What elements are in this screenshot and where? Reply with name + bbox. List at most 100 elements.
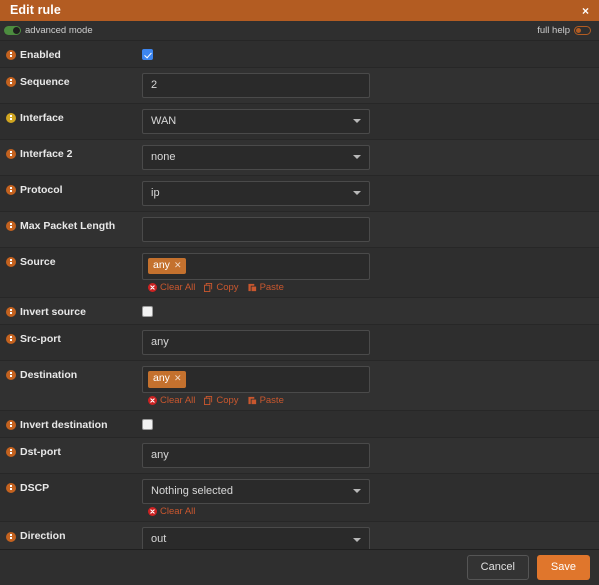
label-cell-max-packet-length: Max Packet Length xyxy=(6,217,142,233)
copy-icon xyxy=(204,396,213,405)
advanced-mode-group[interactable]: advanced mode xyxy=(4,26,93,36)
label-sequence: Sequence xyxy=(20,76,70,89)
info-icon[interactable] xyxy=(6,420,16,430)
row-invert-destination: Invert destination xyxy=(0,411,599,438)
interface2-select[interactable]: none xyxy=(142,145,370,170)
full-help-toggle[interactable] xyxy=(574,26,591,35)
destination-copy-button[interactable]: Copy xyxy=(204,396,238,406)
label-interface2: Interface 2 xyxy=(20,148,73,161)
remove-tag-icon[interactable]: ✕ xyxy=(174,261,182,270)
label-invert-destination: Invert destination xyxy=(20,419,108,432)
row-source: Source any ✕ Clear All xyxy=(0,248,599,299)
row-interface2: Interface 2 none xyxy=(0,140,599,176)
save-button[interactable]: Save xyxy=(537,555,590,580)
control-cell-sequence xyxy=(142,73,591,98)
dialog-title: Edit rule xyxy=(10,4,61,17)
cancel-button[interactable]: Cancel xyxy=(467,555,529,580)
source-tag-input[interactable]: any ✕ xyxy=(142,253,370,280)
enabled-checkbox[interactable] xyxy=(142,49,153,60)
source-clear-all-label: Clear All xyxy=(160,283,195,293)
control-cell-enabled xyxy=(142,46,591,60)
row-sequence: Sequence xyxy=(0,68,599,104)
label-cell-interface2: Interface 2 xyxy=(6,145,142,161)
dscp-select[interactable]: Nothing selected xyxy=(142,479,370,504)
info-icon[interactable] xyxy=(6,221,16,231)
destination-tag[interactable]: any ✕ xyxy=(148,371,186,388)
rule-form: Enabled Sequence Interface xyxy=(0,41,599,549)
sequence-input[interactable] xyxy=(142,73,370,98)
source-paste-button[interactable]: Paste xyxy=(248,283,284,293)
row-invert-source: Invert source xyxy=(0,298,599,325)
chevron-down-icon xyxy=(353,191,361,195)
destination-paste-button[interactable]: Paste xyxy=(248,396,284,406)
label-dscp: DSCP xyxy=(20,482,49,495)
row-src-port: Src-port xyxy=(0,325,599,361)
chevron-down-icon xyxy=(353,119,361,123)
source-copy-button[interactable]: Copy xyxy=(204,283,238,293)
label-cell-dst-port: Dst-port xyxy=(6,443,142,459)
src-port-input[interactable] xyxy=(142,330,370,355)
info-icon[interactable] xyxy=(6,149,16,159)
clear-all-icon xyxy=(148,507,157,516)
invert-destination-checkbox[interactable] xyxy=(142,419,153,430)
clear-all-icon xyxy=(148,396,157,405)
info-icon[interactable] xyxy=(6,185,16,195)
dst-port-input[interactable] xyxy=(142,443,370,468)
label-cell-interface: Interface xyxy=(6,109,142,125)
label-cell-direction: Direction xyxy=(6,527,142,543)
info-icon[interactable] xyxy=(6,77,16,87)
source-actions: Clear All Copy Paste xyxy=(142,283,591,293)
mode-bar: advanced mode full help xyxy=(0,21,599,41)
control-cell-destination: any ✕ Clear All xyxy=(142,366,591,406)
row-max-packet-length: Max Packet Length xyxy=(0,212,599,248)
info-icon[interactable] xyxy=(6,447,16,457)
interface-select[interactable]: WAN xyxy=(142,109,370,134)
info-icon[interactable] xyxy=(6,50,16,60)
info-icon[interactable] xyxy=(6,532,16,542)
info-icon[interactable] xyxy=(6,307,16,317)
info-icon[interactable] xyxy=(6,483,16,493)
source-clear-all-button[interactable]: Clear All xyxy=(148,283,195,293)
row-protocol: Protocol ip xyxy=(0,176,599,212)
paste-icon xyxy=(248,396,257,405)
label-cell-destination: Destination xyxy=(6,366,142,382)
info-icon[interactable] xyxy=(6,257,16,267)
label-enabled: Enabled xyxy=(20,49,61,62)
label-cell-sequence: Sequence xyxy=(6,73,142,89)
max-packet-length-input[interactable] xyxy=(142,217,370,242)
label-protocol: Protocol xyxy=(20,184,63,197)
label-max-packet-length: Max Packet Length xyxy=(20,220,115,233)
destination-copy-label: Copy xyxy=(216,396,238,406)
control-cell-dst-port xyxy=(142,443,591,468)
remove-tag-icon[interactable]: ✕ xyxy=(174,374,182,383)
advanced-mode-toggle[interactable] xyxy=(4,26,21,35)
destination-tag-input[interactable]: any ✕ xyxy=(142,366,370,393)
protocol-select[interactable]: ip xyxy=(142,181,370,206)
source-tag[interactable]: any ✕ xyxy=(148,258,186,275)
destination-clear-all-label: Clear All xyxy=(160,396,195,406)
advanced-mode-label: advanced mode xyxy=(25,26,93,36)
full-help-group[interactable]: full help xyxy=(537,26,591,36)
info-icon[interactable] xyxy=(6,334,16,344)
direction-select[interactable]: out xyxy=(142,527,370,549)
control-cell-direction: out xyxy=(142,527,591,549)
control-cell-src-port xyxy=(142,330,591,355)
destination-tag-label: any xyxy=(153,372,170,386)
dscp-clear-all-button[interactable]: Clear All xyxy=(148,507,195,517)
chevron-down-icon xyxy=(353,489,361,493)
control-cell-invert-destination xyxy=(142,416,591,430)
label-cell-src-port: Src-port xyxy=(6,330,142,346)
invert-source-checkbox[interactable] xyxy=(142,306,153,317)
label-destination: Destination xyxy=(20,369,77,382)
direction-select-value: out xyxy=(151,533,166,545)
full-help-label: full help xyxy=(537,26,570,36)
info-icon[interactable] xyxy=(6,370,16,380)
interface-select-value: WAN xyxy=(151,115,176,127)
label-cell-source: Source xyxy=(6,253,142,269)
destination-clear-all-button[interactable]: Clear All xyxy=(148,396,195,406)
chevron-down-icon xyxy=(353,538,361,542)
warning-info-icon[interactable] xyxy=(6,113,16,123)
row-dscp: DSCP Nothing selected Clear All xyxy=(0,474,599,523)
close-icon[interactable]: × xyxy=(580,5,591,17)
control-cell-source: any ✕ Clear All xyxy=(142,253,591,293)
